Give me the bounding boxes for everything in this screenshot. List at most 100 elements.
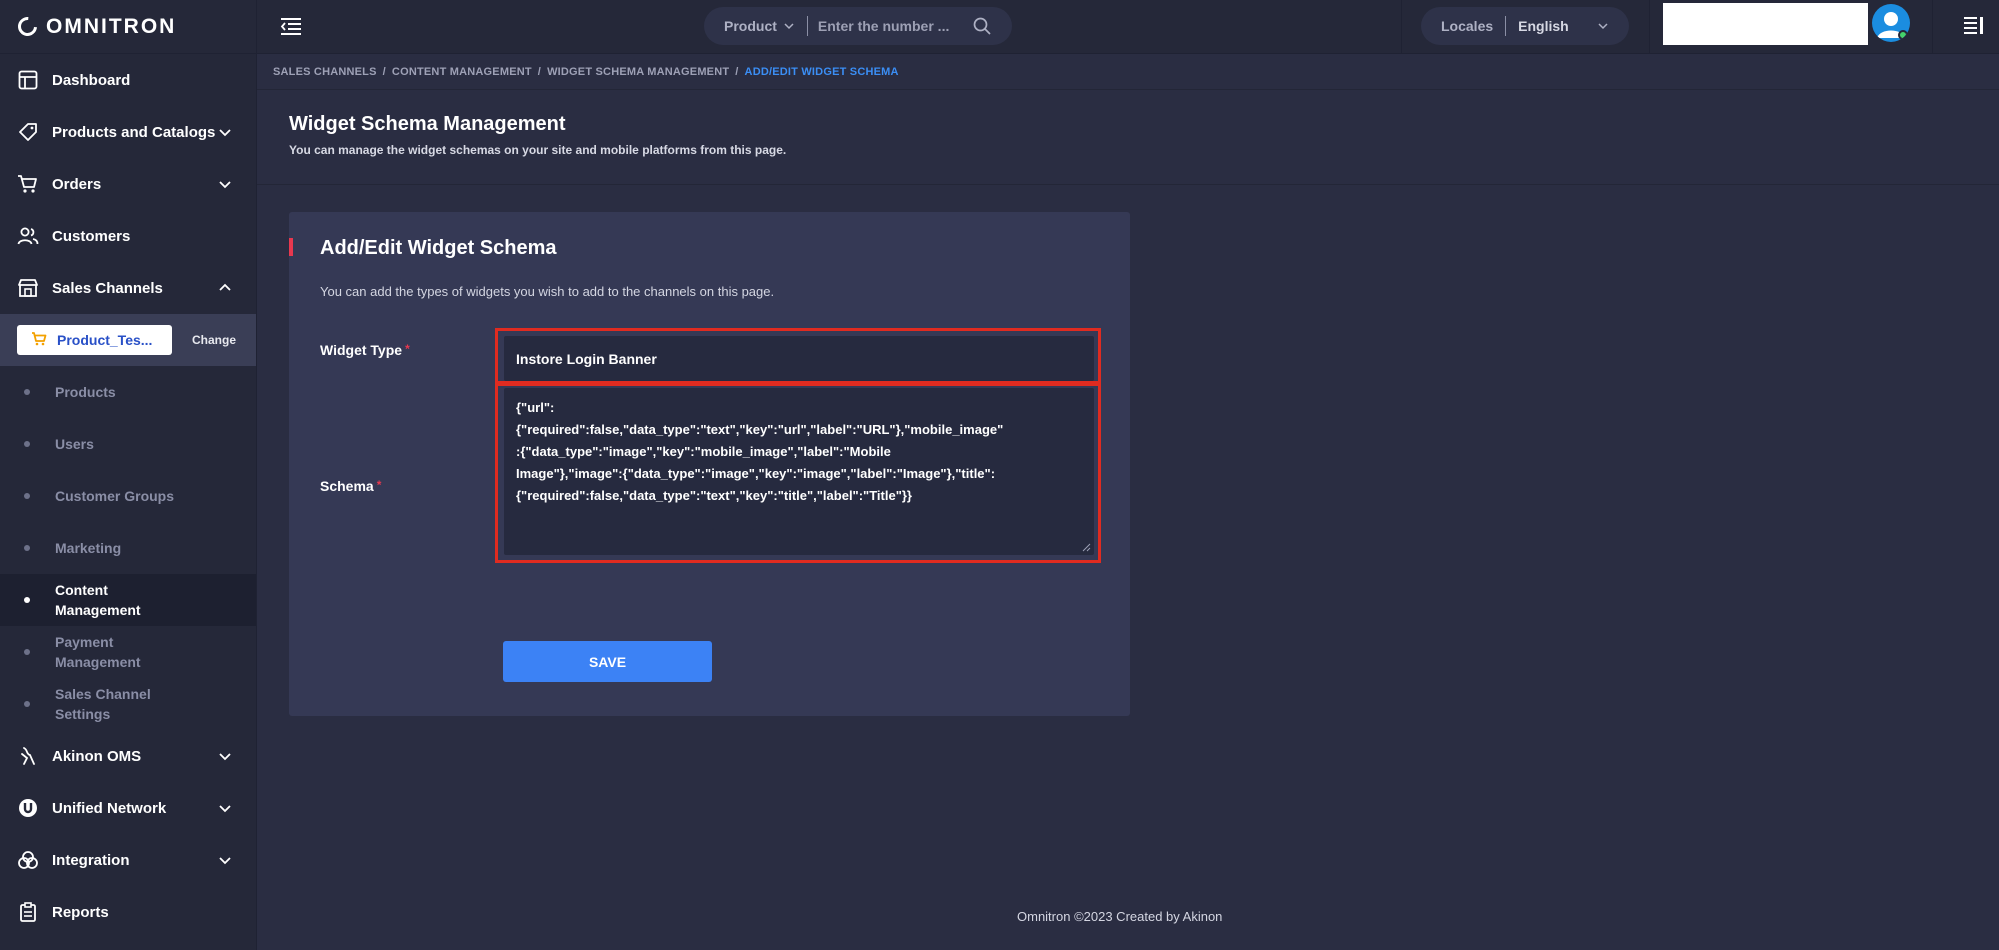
shopping-cart-icon: [31, 331, 47, 349]
chevron-down-icon[interactable]: [783, 20, 795, 32]
store-icon: [17, 277, 39, 299]
sidebar-item-akinon-oms[interactable]: Akinon OMS: [0, 730, 256, 782]
sidebar-item-integration[interactable]: Integration: [0, 834, 256, 886]
change-channel-button[interactable]: Change: [192, 333, 236, 347]
users-icon: [17, 225, 39, 247]
sidebar-subitem-payment-management[interactable]: Payment Management: [0, 626, 256, 678]
sidebar-item-customers[interactable]: Customers: [0, 210, 256, 262]
schema-label: Schema *: [320, 478, 381, 494]
sidebar-subitem-label: Marketing: [55, 540, 122, 556]
chevron-down-icon[interactable]: [218, 853, 232, 867]
sidebar-item-label: Orders: [52, 175, 102, 193]
oms-icon: [17, 745, 39, 767]
save-button[interactable]: SAVE: [503, 641, 712, 682]
sidebar-subitem-marketing[interactable]: Marketing: [0, 522, 256, 574]
page-title: Widget Schema Management: [289, 113, 566, 135]
divider: [1505, 16, 1507, 36]
sidebar-item-products-catalogs[interactable]: Products and Catalogs: [0, 106, 256, 158]
sidebar-item-label: Integration: [52, 851, 130, 869]
chevron-up-icon[interactable]: [218, 281, 232, 295]
sidebar-item-label: Sales Channels: [52, 279, 163, 297]
locale-label: Locales: [1441, 18, 1494, 34]
divider: [1932, 0, 1933, 54]
sidebar-subitem-label: Content Management: [55, 582, 141, 618]
sidebar-item-dashboard[interactable]: Dashboard: [0, 54, 256, 106]
sidebar-item-label: Reports: [52, 903, 109, 921]
schema-line: Image"},"image":{"data_type":"image","ke…: [516, 466, 996, 481]
sidebar-subitem-content-management[interactable]: Content Management: [0, 574, 256, 626]
form-description: You can add the types of widgets you wis…: [320, 284, 775, 299]
schema-line: {"required":false,"data_type":"text","ke…: [516, 488, 912, 503]
breadcrumb-current: ADD/EDIT WIDGET SCHEMA: [744, 66, 899, 78]
sidebar-item-label: Unified Network: [52, 799, 167, 817]
widget-type-label: Widget Type *: [320, 342, 410, 358]
channel-name: Product_Tes...: [57, 332, 153, 348]
search-icon[interactable]: [972, 16, 992, 36]
dashboard-icon: [17, 69, 39, 91]
sidebar-subitem-products[interactable]: Products: [0, 366, 256, 418]
divider: [1401, 0, 1402, 54]
chevron-down-icon[interactable]: [218, 749, 232, 763]
sidebar-subitem-label: Users: [55, 436, 94, 452]
breadcrumb-item-sales-channels[interactable]: SALES CHANNELS: [273, 66, 377, 78]
divider: [1649, 0, 1650, 54]
sidebar-subitem-sales-channel-settings[interactable]: Sales Channel Settings: [0, 678, 256, 730]
breadcrumb-separator: /: [735, 66, 739, 78]
title-accent-bar: [289, 238, 293, 256]
sidebar-item-sales-channels[interactable]: Sales Channels: [0, 262, 256, 314]
locale-selector[interactable]: Locales English: [1421, 7, 1629, 45]
search-category-select[interactable]: Product: [724, 18, 777, 34]
widget-type-label-text: Widget Type: [320, 342, 403, 358]
locale-value: English: [1518, 18, 1569, 34]
schema-textarea[interactable]: {"url": {"required":false,"data_type":"t…: [504, 388, 1094, 555]
breadcrumb-item-widget-schema-management[interactable]: WIDGET SCHEMA MANAGEMENT: [547, 66, 729, 78]
bullet-icon: [24, 649, 30, 655]
schema-line: :{"data_type":"image","key":"mobile_imag…: [516, 444, 891, 459]
schema-line: {"required":false,"data_type":"text","ke…: [516, 422, 1004, 437]
sidebar: OMNITRON Dashboard Products and Catalogs…: [0, 0, 257, 950]
network-icon: [17, 797, 39, 819]
sidebar-subitem-label: Products: [55, 384, 116, 400]
divider: [806, 16, 808, 36]
sidebar-item-label: Products and Catalogs: [52, 123, 216, 141]
breadcrumb-item-content-management[interactable]: CONTENT MANAGEMENT: [392, 66, 532, 78]
collapse-menu-icon[interactable]: [279, 15, 303, 37]
page-header: Widget Schema Management You can manage …: [289, 113, 786, 157]
sidebar-item-reports[interactable]: Reports: [0, 886, 256, 938]
channel-selector[interactable]: Product_Tes...: [17, 325, 172, 355]
omnitron-logo[interactable]: OMNITRON: [0, 0, 256, 54]
page-subtitle: You can manage the widget schemas on you…: [289, 143, 787, 157]
bullet-icon: [24, 493, 30, 499]
footer-text: Omnitron ©2023 Created by Akinon: [1017, 909, 1223, 924]
user-info-area: [1663, 3, 1868, 45]
sidebar-item-label: Akinon OMS: [52, 747, 142, 765]
resize-handle-icon[interactable]: [1082, 543, 1091, 552]
widget-type-value: Instore Login Banner: [516, 350, 657, 367]
chevron-down-icon[interactable]: [218, 177, 232, 191]
search-input[interactable]: Enter the number ...: [818, 18, 972, 34]
schema-line: {"url":: [516, 400, 555, 415]
sidebar-subitem-label: Payment Management: [55, 634, 141, 670]
sidebar-subitem-label: Sales Channel Settings: [55, 686, 151, 722]
widget-schema-form-card: Add/Edit Widget Schema You can add the t…: [289, 212, 1130, 716]
sidebar-subitem-label: Customer Groups: [55, 488, 175, 504]
breadcrumb: SALES CHANNELS / CONTENT MANAGEMENT / WI…: [257, 55, 1999, 90]
sidebar-subitem-customer-groups[interactable]: Customer Groups: [0, 470, 256, 522]
tag-icon: [17, 121, 39, 143]
toggle-panel-icon[interactable]: [1963, 15, 1985, 35]
chevron-down-icon[interactable]: [218, 801, 232, 815]
avatar[interactable]: [1872, 4, 1910, 42]
selected-channel-row: Product_Tes... Change: [0, 314, 256, 366]
sidebar-subitem-users[interactable]: Users: [0, 418, 256, 470]
logo-ring-icon: [14, 13, 41, 40]
topbar: Product Enter the number ... Locales Eng…: [257, 0, 1999, 54]
integration-icon: [17, 849, 39, 871]
sidebar-item-orders[interactable]: Orders: [0, 158, 256, 210]
sidebar-item-unified-network[interactable]: Unified Network: [0, 782, 256, 834]
bullet-icon: [24, 701, 30, 707]
online-status-icon: [1898, 30, 1908, 40]
required-marker: *: [405, 342, 410, 356]
widget-type-input[interactable]: Instore Login Banner: [504, 336, 1094, 381]
chevron-down-icon[interactable]: [218, 125, 232, 139]
breadcrumb-separator: /: [537, 66, 542, 78]
